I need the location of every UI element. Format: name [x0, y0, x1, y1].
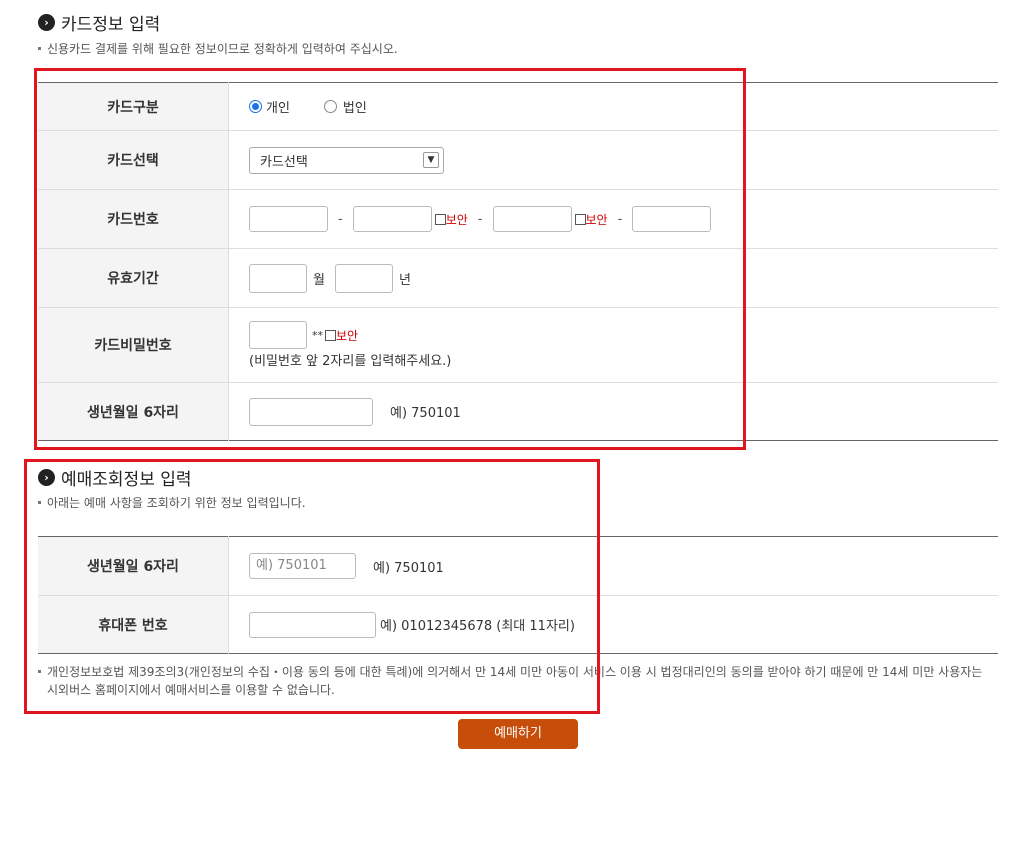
highlight-box-lookup — [24, 459, 600, 714]
reserve-button[interactable]: 예매하기 — [458, 719, 578, 749]
highlight-box-card — [34, 68, 746, 450]
card-section-note: 신용카드 결제를 위해 필요한 정보이므로 정확하게 입력하여 주십시오. — [38, 40, 398, 57]
card-section-title: › 카드정보 입력 — [38, 10, 160, 35]
chevron-right-icon: › — [38, 14, 55, 31]
card-section-title-text: 카드정보 입력 — [61, 15, 161, 35]
